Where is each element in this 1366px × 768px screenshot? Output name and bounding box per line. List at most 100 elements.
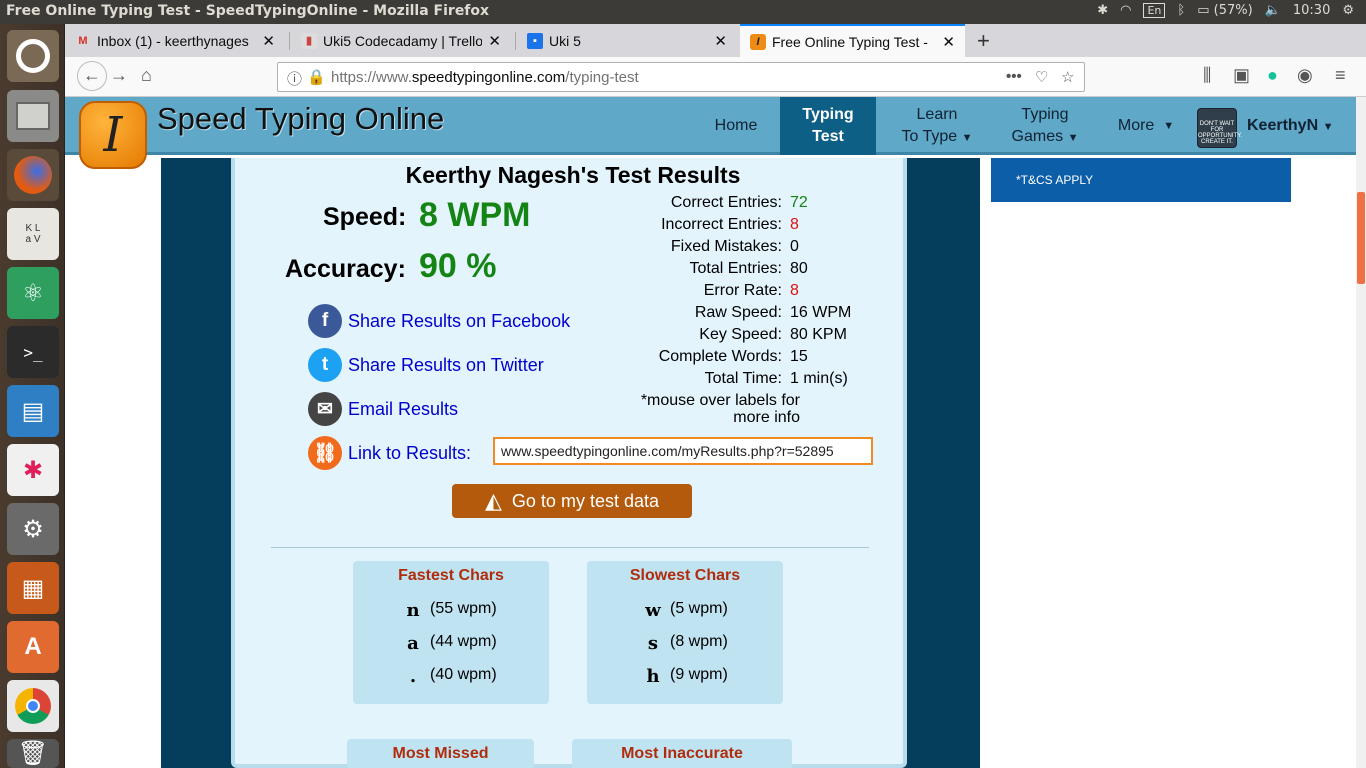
dropdown-arrow-icon: ▼ <box>961 131 973 144</box>
go-to-test-data-button[interactable]: ◭ Go to my test data <box>452 484 692 518</box>
info-icon[interactable]: ⓘ <box>287 68 302 89</box>
nav-label-group: Learn To Type ▼ <box>901 104 972 149</box>
wifi-icon[interactable]: ◠ <box>1120 3 1131 18</box>
nav-home[interactable]: Home <box>705 97 767 155</box>
ubuntu-dash-icon[interactable] <box>7 30 59 82</box>
slack-icon[interactable]: ✱ <box>7 444 59 496</box>
nav-typing-games[interactable]: Typing Games ▼ <box>1005 97 1085 155</box>
page-actions-icon[interactable]: ••• <box>1006 68 1022 85</box>
keyboard-layout-indicator[interactable]: En <box>1143 3 1166 18</box>
stat-label[interactable]: Fixed Mistakes: <box>671 238 782 256</box>
email-results[interactable]: ✉ Email Results <box>308 392 458 426</box>
close-tab-icon[interactable]: ✕ <box>942 33 955 51</box>
url-bar[interactable]: ⓘ 🔒 https://www.speedtypingonline.com/ty… <box>277 62 1085 92</box>
nav-more[interactable]: More ▼ <box>1115 97 1177 155</box>
new-tab-button[interactable]: + <box>967 24 997 57</box>
stat-label[interactable]: Complete Words: <box>659 348 782 366</box>
library-icon[interactable]: ⫼ <box>1203 65 1211 86</box>
stat-row: Total Time: 1 min(s) <box>615 370 875 392</box>
tab-strip: M Inbox (1) - keerthynages ✕ ▮ Uki5 Code… <box>65 24 1366 57</box>
sidebar-icon[interactable]: ▣ <box>1233 65 1250 86</box>
speed-value: 8 WPM <box>419 196 531 234</box>
ad-text: *T&CS APPLY <box>1016 173 1094 187</box>
speed-label[interactable]: Speed: <box>323 203 406 232</box>
site-header: I Speed Typing Online Home Typing Test Le… <box>65 97 1356 169</box>
dropdown-arrow-icon: ▼ <box>1067 131 1079 144</box>
power-icon[interactable]: ⚙ <box>1342 3 1354 18</box>
battery-percent: (57%) <box>1213 3 1253 18</box>
tab-uki5[interactable]: ▪ Uki 5 ✕ <box>517 24 737 57</box>
clock[interactable]: 10:30 <box>1293 3 1330 18</box>
settings-icon[interactable]: ⚙ <box>7 503 59 555</box>
forward-button[interactable]: → <box>110 65 128 86</box>
software-center-icon[interactable]: A <box>7 621 59 673</box>
bookmark-star-icon[interactable]: ☆ <box>1061 68 1074 86</box>
gmail-icon: M <box>78 34 88 47</box>
avatar[interactable]: DON'T WAIT FOR OPPORTUNITY. CREATE IT. <box>1197 108 1242 148</box>
results-link-field[interactable]: www.speedtypingonline.com/myResults.php?… <box>493 437 873 465</box>
account-icon[interactable]: ◉ <box>1297 65 1313 86</box>
menu-icon[interactable]: ≡ <box>1335 65 1346 86</box>
battery-indicator[interactable]: ▭ (57%) <box>1197 3 1252 18</box>
site-name[interactable]: Speed Typing Online <box>157 101 444 137</box>
battery-icon: ▭ <box>1197 3 1210 18</box>
stat-value: 1 min(s) <box>790 370 848 387</box>
url-text: https://www.speedtypingonline.com/typing… <box>331 69 639 86</box>
terminal-icon[interactable]: >_ <box>7 326 59 378</box>
stat-row: Incorrect Entries: 8 <box>615 216 875 238</box>
site-logo-icon[interactable]: I <box>79 101 147 169</box>
atom-icon[interactable]: ⚛ <box>7 267 59 319</box>
home-button[interactable]: ⌂ <box>141 65 152 86</box>
slowest-chars-box: Slowest Chars w (5 wpm) s (8 wpm) h (9 wpm) <box>587 561 783 704</box>
nav-typing-test[interactable]: Typing Test <box>780 97 876 155</box>
email-results-label: Email Results <box>348 398 459 419</box>
close-tab-icon[interactable]: ✕ <box>262 32 275 50</box>
writer-icon[interactable]: ▤ <box>7 385 59 437</box>
chrome-icon[interactable] <box>7 680 59 732</box>
nav-label: Learn <box>916 105 958 123</box>
lock-icon[interactable]: 🔒 <box>307 68 326 86</box>
share-facebook[interactable]: f Share Results on Facebook <box>308 304 570 338</box>
close-tab-icon[interactable]: ✕ <box>714 32 727 50</box>
close-tab-icon[interactable]: ✕ <box>488 32 501 50</box>
bluetooth-icon[interactable]: ᛒ <box>1177 3 1185 18</box>
char-glyph: s <box>647 633 659 654</box>
stat-label[interactable]: Total Time: <box>705 370 782 388</box>
stat-label[interactable]: Raw Speed: <box>695 304 782 322</box>
dropdown-arrow-icon: ▼ <box>1163 120 1175 132</box>
pocket-icon[interactable]: ♡ <box>1035 68 1048 86</box>
nav-label: More <box>1117 117 1155 134</box>
tab-speedtyping[interactable]: I Free Online Typing Test - ✕ <box>740 24 965 57</box>
most-missed-box: Most Missed <box>347 739 534 768</box>
stat-label[interactable]: Total Entries: <box>690 260 782 278</box>
scrollbar-thumb[interactable] <box>1357 192 1365 284</box>
nav-learn-to-type[interactable]: Learn To Type ▼ <box>892 97 982 155</box>
trash-icon[interactable]: 🗑 <box>7 739 59 768</box>
section-divider <box>271 547 869 548</box>
tab-gmail[interactable]: M Inbox (1) - keerthynages ✕ <box>65 24 285 57</box>
stat-label[interactable]: Incorrect Entries: <box>661 216 782 234</box>
stat-label[interactable]: Error Rate: <box>704 282 782 300</box>
char-wpm: (9 wpm) <box>670 666 728 683</box>
volume-icon[interactable]: 🔈 <box>1265 3 1281 18</box>
browser-toolbar: ← → ⌂ ⓘ 🔒 https://www.speedtypingonline.… <box>65 57 1366 97</box>
mouseover-note: *mouse over labels for more info <box>640 392 800 426</box>
back-button[interactable]: ← <box>77 61 107 91</box>
tab-trello[interactable]: ▮ Uki5 Codecadamy | Trello ✕ <box>291 24 511 57</box>
share-twitter[interactable]: t Share Results on Twitter <box>308 348 544 382</box>
grammarly-icon[interactable]: ● <box>1267 65 1278 86</box>
keyboard-app-icon[interactable]: K La V <box>7 208 59 260</box>
page-scrollbar[interactable] <box>1356 97 1366 768</box>
stat-label[interactable]: Correct Entries: <box>671 194 782 212</box>
file-manager-icon[interactable] <box>7 90 59 142</box>
user-menu[interactable]: KeerthyN ▼ <box>1247 117 1333 135</box>
firefox-icon[interactable] <box>7 149 59 201</box>
ad-banner[interactable]: *T&CS APPLY <box>991 158 1291 202</box>
slack-tray-icon[interactable]: ✱ <box>1097 3 1108 18</box>
tab-separator <box>515 32 516 50</box>
accuracy-label[interactable]: Accuracy: <box>285 255 406 284</box>
impress-icon[interactable]: ▦ <box>7 562 59 614</box>
char-glyph: h <box>646 666 660 687</box>
stat-label[interactable]: Key Speed: <box>699 326 782 344</box>
system-tray: ✱ ◠ En ᛒ ▭ (57%) 🔈 10:30 ⚙ <box>1097 3 1354 18</box>
